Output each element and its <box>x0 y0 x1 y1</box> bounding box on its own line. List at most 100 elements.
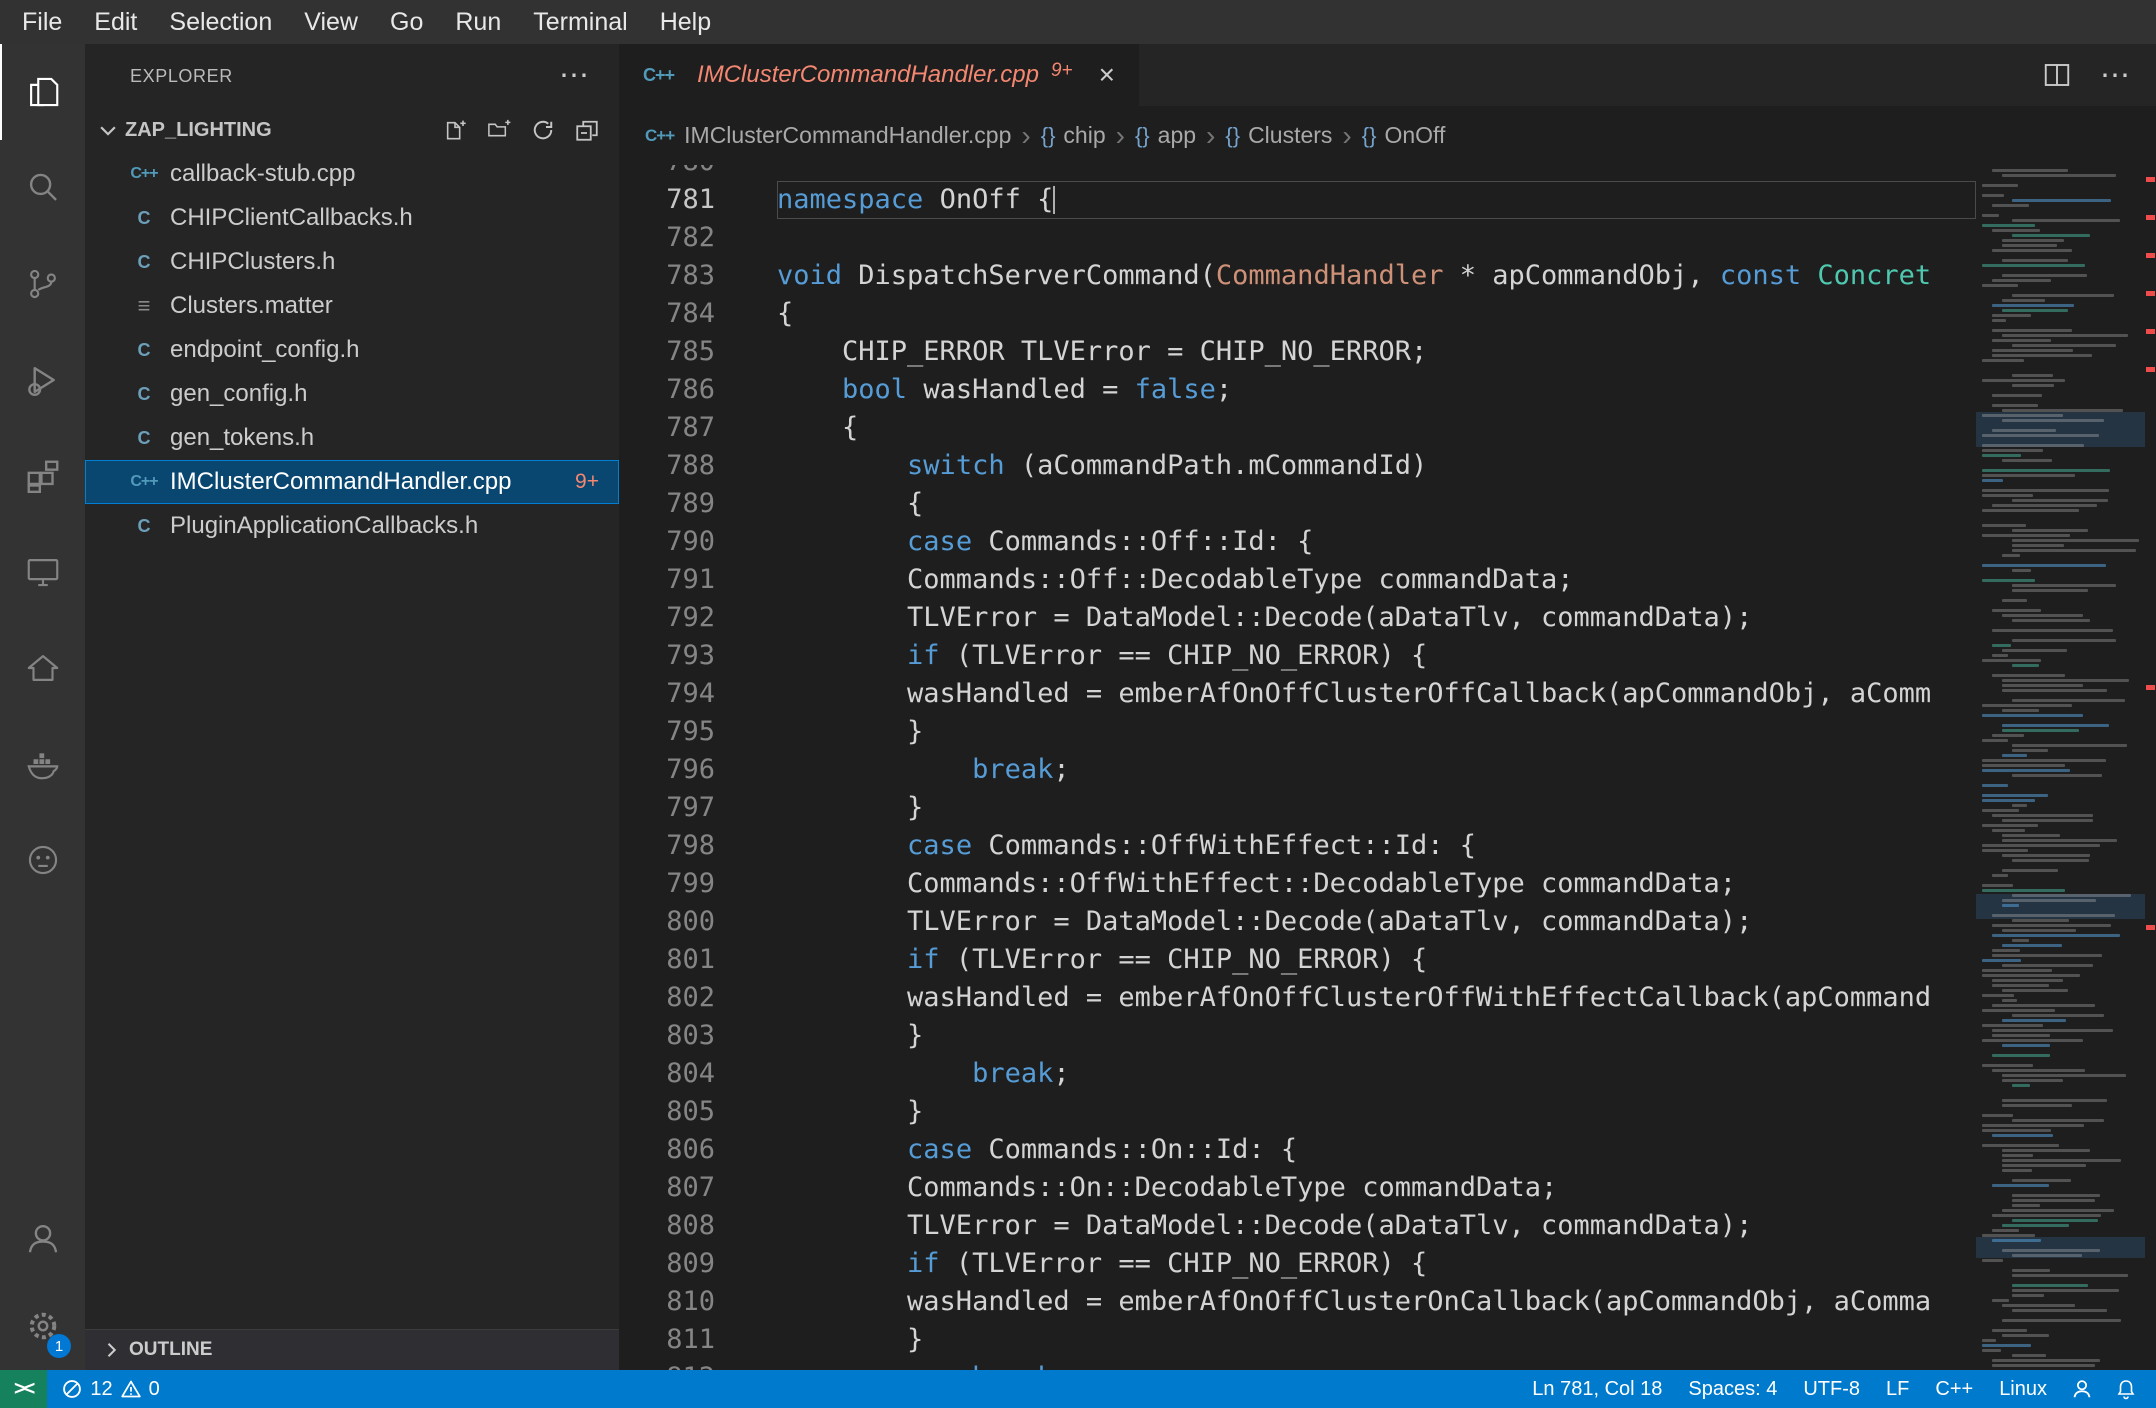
code-line-790[interactable]: 790 case Commands::Off::Id: { <box>619 523 1976 561</box>
file-item-gen_config.h[interactable]: Cgen_config.h <box>85 372 619 416</box>
new-folder-icon[interactable] <box>487 118 511 142</box>
activity-item-source-control[interactable] <box>0 236 85 332</box>
status-remote-os[interactable]: Linux <box>1986 1378 2060 1401</box>
more-actions-icon[interactable]: ⋯ <box>559 61 589 91</box>
status-indentation[interactable]: Spaces: 4 <box>1675 1378 1790 1401</box>
new-file-icon[interactable] <box>443 118 467 142</box>
code-line-800[interactable]: 800 TLVError = DataModel::Decode(aDataTl… <box>619 903 1976 941</box>
code-line-782[interactable]: 782 <box>619 219 1976 257</box>
activity-item-docker[interactable] <box>0 716 85 812</box>
file-item-Clusters.matter[interactable]: ≡ Clusters.matter <box>85 284 619 328</box>
menu-item-view[interactable]: View <box>288 0 374 44</box>
code-line-806[interactable]: 806 case Commands::On::Id: { <box>619 1131 1976 1169</box>
code-line-795[interactable]: 795 } <box>619 713 1976 751</box>
code-line-783[interactable]: 783 void DispatchServerCommand(CommandHan… <box>619 257 1976 295</box>
status-eol[interactable]: LF <box>1873 1378 1922 1401</box>
code-token: CHIP_ERROR TLVError = CHIP_NO_ERROR; <box>777 336 1428 367</box>
minimap-line <box>2002 1099 2107 1102</box>
file-item-gen_tokens.h[interactable]: Cgen_tokens.h <box>85 416 619 460</box>
breadcrumb-item-app[interactable]: {} app <box>1135 122 1196 149</box>
status-language-mode[interactable]: C++ <box>1922 1378 1986 1401</box>
activity-item-platformio[interactable] <box>0 812 85 908</box>
menu-item-selection[interactable]: Selection <box>153 0 288 44</box>
minimap-line <box>1982 449 2043 452</box>
code-line-809[interactable]: 809 if (TLVError == CHIP_NO_ERROR) { <box>619 1245 1976 1283</box>
file-item-callback-stub.cpp[interactable]: C++ callback-stub.cpp <box>85 152 619 196</box>
status-encoding[interactable]: UTF-8 <box>1790 1378 1873 1401</box>
activity-item-explorer[interactable] <box>0 44 85 140</box>
editor-more-actions-icon[interactable]: ⋯ <box>2100 58 2130 93</box>
code-line-787[interactable]: 787 { <box>619 409 1976 447</box>
breadcrumb-item-clusters[interactable]: {} Clusters <box>1225 122 1332 149</box>
activity-item-search[interactable] <box>0 140 85 236</box>
breadcrumb-item-file[interactable]: C++ IMClusterCommandHandler.cpp <box>645 122 1011 149</box>
code-line-805[interactable]: 805 } <box>619 1093 1976 1131</box>
activity-item-remote-explorer[interactable] <box>0 524 85 620</box>
file-item-CHIPClusters.h[interactable]: C CHIPClusters.h <box>85 240 619 284</box>
code-line-812[interactable]: 812 break; <box>619 1359 1976 1370</box>
split-editor-icon[interactable] <box>2042 60 2072 90</box>
activity-item-home[interactable] <box>0 620 85 716</box>
collapse-all-icon[interactable] <box>575 118 599 142</box>
feedback-status[interactable] <box>2060 1377 2104 1401</box>
folder-section-header[interactable]: ZAP_LIGHTING <box>85 108 619 152</box>
file-item-endpoint_config.h[interactable]: Cendpoint_config.h <box>85 328 619 372</box>
activity-item-settings[interactable]: 1 <box>0 1282 85 1370</box>
code-line-784[interactable]: 784 { <box>619 295 1976 333</box>
code-line-797[interactable]: 797 } <box>619 789 1976 827</box>
code-token: } <box>777 1324 924 1355</box>
activity-item-accounts[interactable] <box>0 1194 85 1282</box>
code-line-808[interactable]: 808 TLVError = DataModel::Decode(aDataTl… <box>619 1207 1976 1245</box>
code-line-792[interactable]: 792 TLVError = DataModel::Decode(aDataTl… <box>619 599 1976 637</box>
breadcrumb-item-onoff[interactable]: {} OnOff <box>1362 122 1446 149</box>
status-cursor-position[interactable]: Ln 781, Col 18 <box>1519 1378 1675 1401</box>
outline-section-header[interactable]: OUTLINE <box>85 1329 619 1370</box>
remote-indicator[interactable]: >< <box>0 1370 48 1408</box>
code-text: break; <box>777 1055 1976 1093</box>
code-line-796[interactable]: 796 break; <box>619 751 1976 789</box>
code-line-811[interactable]: 811 } <box>619 1321 1976 1359</box>
code-editor[interactable]: 780 781 namespace OnOff {782 783 void Dispat… <box>619 165 2156 1370</box>
menu-item-terminal[interactable]: Terminal <box>517 0 643 44</box>
menu-item-go[interactable]: Go <box>374 0 439 44</box>
menu-item-edit[interactable]: Edit <box>78 0 153 44</box>
activity-item-run-and-debug[interactable] <box>0 332 85 428</box>
code-line-791[interactable]: 791 Commands::Off::DecodableType command… <box>619 561 1976 599</box>
minimap-line <box>2002 869 2058 872</box>
notifications-status[interactable] <box>2104 1377 2148 1401</box>
code-line-804[interactable]: 804 break; <box>619 1055 1976 1093</box>
code-line-810[interactable]: 810 wasHandled = emberAfOnOffClusterOnCa… <box>619 1283 1976 1321</box>
code-line-785[interactable]: 785 CHIP_ERROR TLVError = CHIP_NO_ERROR; <box>619 333 1976 371</box>
tab-imclustercommandhandler[interactable]: C++ IMClusterCommandHandler.cpp 9+ × <box>619 44 1139 106</box>
account-icon <box>28 1224 57 1253</box>
code-line-799[interactable]: 799 Commands::OffWithEffect::DecodableTy… <box>619 865 1976 903</box>
code-line-807[interactable]: 807 Commands::On::DecodableType commandD… <box>619 1169 1976 1207</box>
code-line-801[interactable]: 801 if (TLVError == CHIP_NO_ERROR) { <box>619 941 1976 979</box>
code-line-798[interactable]: 798 case Commands::OffWithEffect::Id: { <box>619 827 1976 865</box>
code-line-789[interactable]: 789 { <box>619 485 1976 523</box>
file-item-CHIPClientCallbacks.h[interactable]: C CHIPClientCallbacks.h <box>85 196 619 240</box>
code-line-803[interactable]: 803 } <box>619 1017 1976 1055</box>
minimap[interactable] <box>1976 165 2145 1370</box>
minimap-line <box>2002 679 2129 682</box>
menu-item-run[interactable]: Run <box>439 0 517 44</box>
problems-status[interactable]: 12 0 <box>47 1378 173 1401</box>
file-item-IMClusterCommandHandler.cpp[interactable]: C++ IMClusterCommandHandler.cpp 9+ <box>85 460 619 504</box>
code-line-781[interactable]: 781 namespace OnOff { <box>619 181 1976 219</box>
code-line-788[interactable]: 788 switch (aCommandPath.mCommandId) <box>619 447 1976 485</box>
file-item-PluginApplicationCallbacks.h[interactable]: C PluginApplicationCallbacks.h <box>85 504 619 548</box>
menu-item-help[interactable]: Help <box>644 0 727 44</box>
menu-item-file[interactable]: File <box>6 0 78 44</box>
code-line-802[interactable]: 802 wasHandled = emberAfOnOffClusterOffW… <box>619 979 1976 1017</box>
close-icon[interactable]: × <box>1099 61 1115 89</box>
code-line-794[interactable]: 794 wasHandled = emberAfOnOffClusterOffC… <box>619 675 1976 713</box>
code-line-780[interactable]: 780 <box>619 165 1976 181</box>
code-text: TLVError = DataModel::Decode(aDataTlv, c… <box>777 903 1976 941</box>
refresh-icon[interactable] <box>531 118 555 142</box>
breadcrumb-item-chip[interactable]: {} chip <box>1041 122 1106 149</box>
activity-item-extensions[interactable] <box>0 428 85 524</box>
code-line-793[interactable]: 793 if (TLVError == CHIP_NO_ERROR) { <box>619 637 1976 675</box>
code-line-786[interactable]: 786 bool wasHandled = false; <box>619 371 1976 409</box>
minimap-line <box>2012 939 2029 942</box>
scrollbar[interactable] <box>2145 165 2156 1370</box>
